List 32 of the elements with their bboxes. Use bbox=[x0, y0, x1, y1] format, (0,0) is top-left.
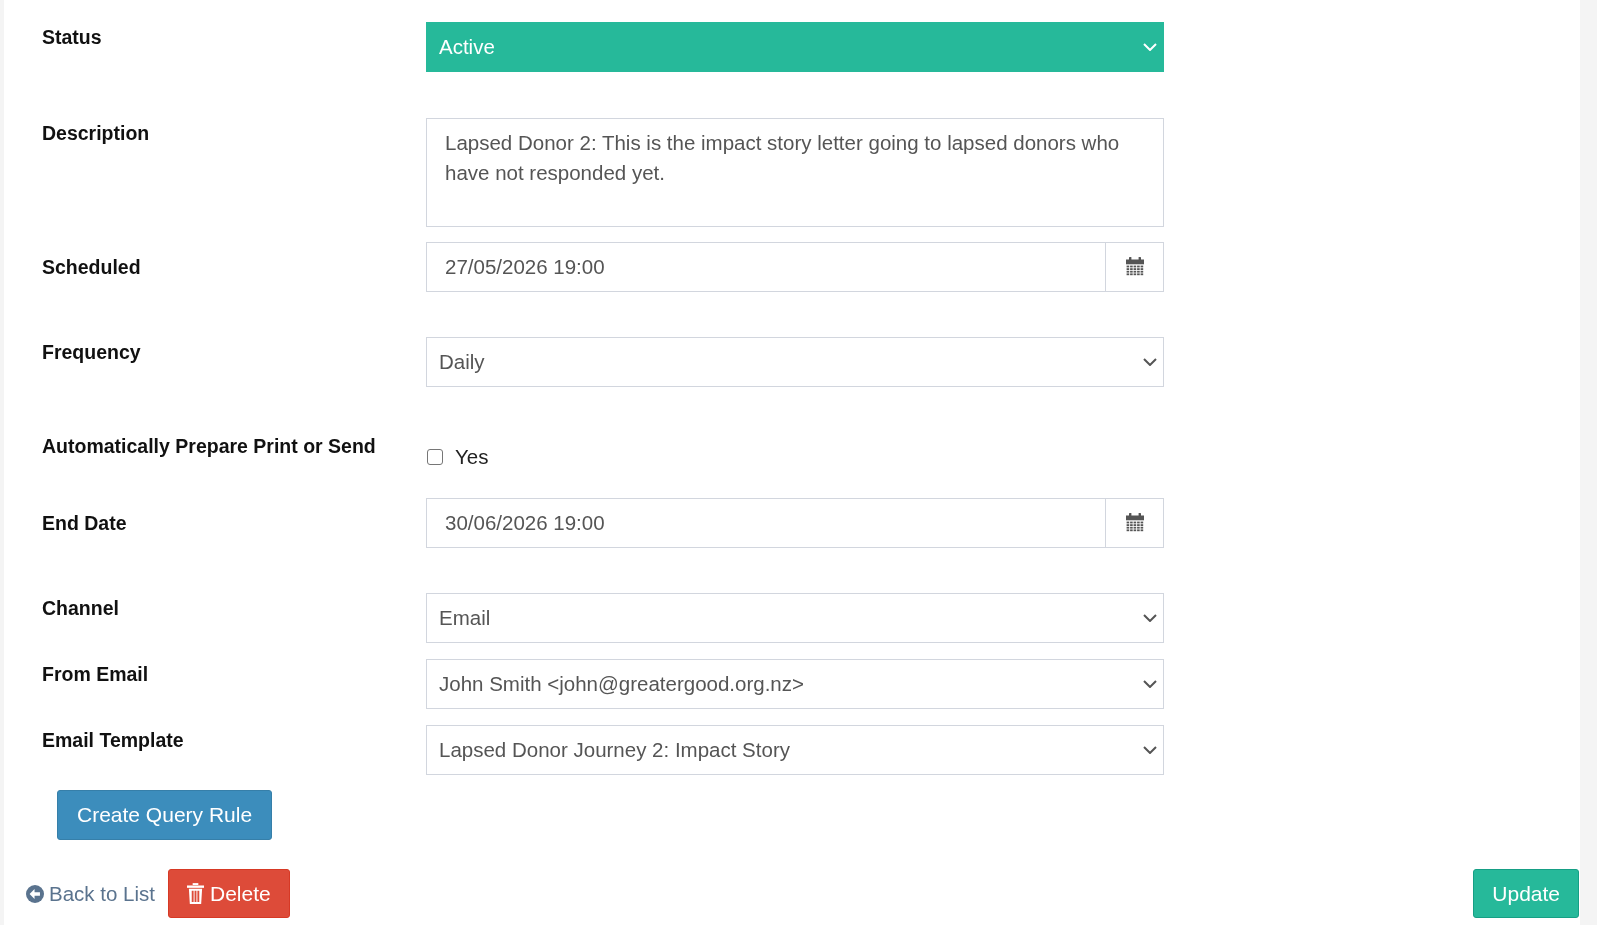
textarea-field[interactable]: Lapsed Donor 2: This is the impact story letter going to lapsed donors who have not responded yet. bbox=[426, 118, 1164, 227]
field-label: Email Template bbox=[42, 728, 185, 753]
back-to-list-link[interactable]: Back to List bbox=[49, 881, 155, 906]
select-field[interactable]: Email bbox=[426, 593, 1164, 643]
field-label: Status bbox=[42, 25, 103, 50]
trash-icon bbox=[186, 883, 204, 904]
field-label: From Email bbox=[42, 662, 150, 687]
delete-button[interactable]: Delete bbox=[167, 869, 290, 918]
field-label: Description bbox=[42, 121, 151, 146]
date-field[interactable]: 30/06/2026 19:00 bbox=[426, 498, 1106, 548]
create-query-rule-button[interactable]: Create Query Rule bbox=[57, 790, 273, 840]
calendar-button[interactable] bbox=[1106, 242, 1164, 292]
select-field[interactable]: Daily bbox=[426, 337, 1164, 387]
field-label: Channel bbox=[42, 596, 120, 621]
checkbox-label: Yes bbox=[455, 445, 489, 469]
checkbox[interactable] bbox=[427, 449, 443, 465]
chevron-down-icon bbox=[1143, 358, 1157, 366]
arrow-circle-left-icon bbox=[26, 884, 44, 903]
calendar-icon bbox=[1124, 513, 1145, 533]
field-label: End Date bbox=[42, 511, 128, 536]
calendar-icon bbox=[1124, 257, 1145, 277]
chevron-down-icon bbox=[1143, 614, 1157, 622]
select-field[interactable]: John Smith <john@greatergood.org.nz> bbox=[426, 659, 1164, 709]
field-label: Automatically Prepare Print or Send bbox=[42, 434, 377, 459]
chevron-down-icon bbox=[1143, 680, 1157, 688]
select-field[interactable]: Lapsed Donor Journey 2: Impact Story bbox=[426, 725, 1164, 775]
date-field[interactable]: 27/05/2026 19:00 bbox=[426, 242, 1106, 292]
field-label: Scheduled bbox=[42, 255, 142, 280]
field-label: Frequency bbox=[42, 340, 142, 365]
calendar-button[interactable] bbox=[1106, 498, 1164, 548]
chevron-down-icon bbox=[1143, 43, 1157, 51]
chevron-down-icon bbox=[1143, 746, 1157, 754]
